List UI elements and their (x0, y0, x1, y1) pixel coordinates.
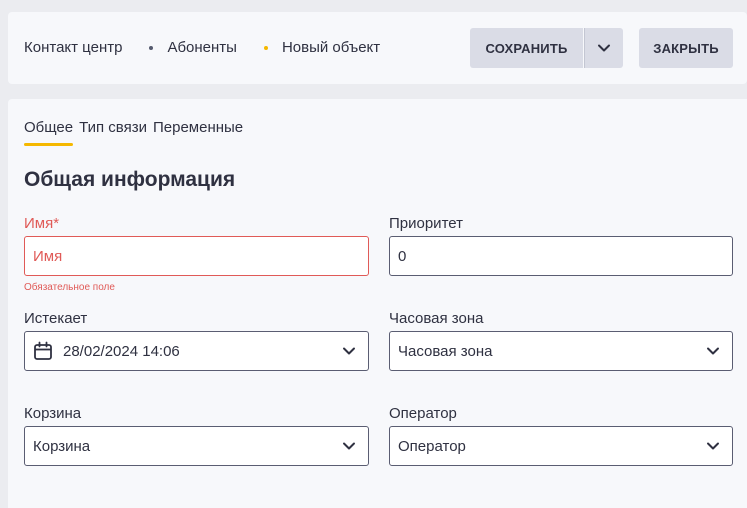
chevron-down-icon (707, 347, 719, 355)
chevron-down-icon (343, 442, 355, 450)
breadcrumb-separator (149, 45, 154, 50)
page-header: Контакт центр Абоненты Новый объект СОХР… (8, 12, 747, 84)
calendar-icon (34, 341, 52, 360)
breadcrumb-separator-current (263, 45, 268, 50)
expires-label: Истекает (24, 310, 88, 327)
operator-label: Оператор (389, 405, 457, 422)
breadcrumb: Контакт центр Абоненты Новый объект (24, 39, 380, 56)
name-error-text: Обязательное поле (24, 282, 115, 293)
form-card: Общее Тип связи Переменные Общая информа… (8, 99, 747, 508)
breadcrumb-item-new-object: Новый объект (281, 39, 381, 56)
priority-field[interactable]: 0 (389, 236, 733, 276)
tab-connection-type[interactable]: Тип связи (79, 119, 147, 146)
tab-bar: Общее Тип связи Переменные (24, 119, 249, 146)
basket-label: Корзина (24, 405, 82, 422)
section-title: Общая информация (24, 168, 236, 191)
operator-value: Оператор (398, 437, 466, 455)
priority-value: 0 (398, 247, 407, 265)
chevron-down-icon (598, 44, 610, 52)
name-field[interactable] (24, 236, 369, 276)
basket-value: Корзина (33, 437, 91, 455)
chevron-down-icon (707, 442, 719, 450)
expires-datepicker[interactable]: 28/02/2024 14:06 (24, 331, 369, 371)
close-button[interactable]: ЗАКРЫТЬ (639, 28, 733, 68)
priority-label: Приоритет (389, 215, 463, 232)
tab-general[interactable]: Общее (24, 119, 74, 146)
operator-select[interactable]: Оператор (389, 426, 733, 466)
timezone-label: Часовая зона (389, 310, 484, 327)
timezone-value: Часовая зона (398, 342, 493, 360)
name-input[interactable] (33, 237, 368, 275)
save-button[interactable]: СОХРАНИТЬ (470, 28, 583, 68)
tab-variables[interactable]: Переменные (153, 119, 243, 146)
chevron-down-icon (343, 347, 355, 355)
expires-value: 28/02/2024 14:06 (63, 342, 180, 360)
save-options-dropdown-button[interactable] (584, 28, 623, 68)
name-label: Имя* (24, 215, 60, 232)
breadcrumb-item-subscribers[interactable]: Абоненты (167, 39, 237, 56)
timezone-select[interactable]: Часовая зона (389, 331, 733, 371)
breadcrumb-item-contact-center[interactable]: Контакт центр (24, 39, 122, 56)
basket-select[interactable]: Корзина (24, 426, 369, 466)
